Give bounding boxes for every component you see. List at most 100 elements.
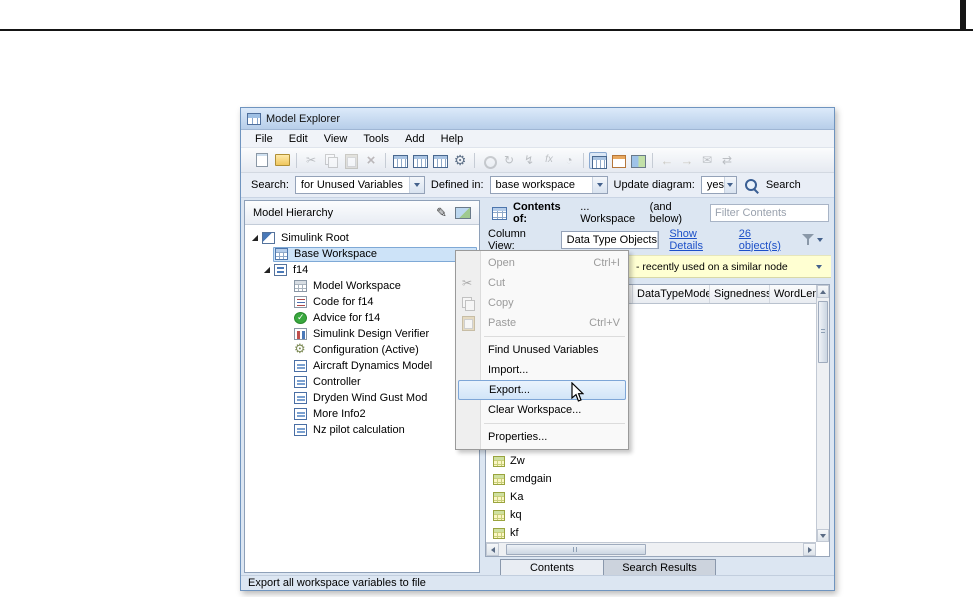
tree-item-code-for-f14[interactable]: Code for f14 — [245, 294, 479, 310]
scroll-up-button[interactable] — [817, 285, 829, 298]
table-row[interactable]: cmdgain — [486, 470, 816, 488]
tree-item-nz-pilot-calculation[interactable]: Nz pilot calculation — [245, 422, 479, 438]
send-mail-icon[interactable] — [698, 152, 716, 169]
edit-pencil-icon[interactable]: ✎ — [436, 206, 447, 219]
vertical-scroll-thumb[interactable] — [818, 301, 828, 363]
hierarchy-tree: Simulink Root Base Workspace f14 Model W… — [245, 225, 479, 438]
tree-item-label: Model Workspace — [313, 280, 401, 292]
column-header-wordlen[interactable]: WordLen — [769, 285, 823, 303]
scroll-down-button[interactable] — [817, 529, 829, 542]
tree-item-simulink-root[interactable]: Simulink Root — [245, 230, 479, 246]
context-menu-item-properties[interactable]: Properties... — [456, 427, 628, 447]
context-menu: Open Ctrl+I Cut Copy Paste Ctrl+V Find U… — [455, 250, 629, 450]
tree-item-design-verifier[interactable]: Simulink Design Verifier — [245, 326, 479, 342]
filter-options-button[interactable] — [802, 233, 823, 246]
tree-item-dryden-wind-gust[interactable]: Dryden Wind Gust Mod — [245, 390, 479, 406]
horizontal-scroll-thumb[interactable] — [506, 544, 646, 555]
tab-contents[interactable]: Contents — [500, 559, 604, 576]
cut-icon[interactable] — [302, 152, 320, 169]
context-menu-item-export[interactable]: Export... — [458, 380, 626, 400]
refresh-icon[interactable] — [500, 152, 518, 169]
tree-item-f14[interactable]: f14 — [245, 262, 479, 278]
new-model-icon[interactable] — [253, 152, 271, 169]
menu-file[interactable]: File — [247, 131, 281, 147]
table-row[interactable]: kq — [486, 506, 816, 524]
contents-of-value: ... Workspace — [580, 201, 636, 225]
column-header-signedness[interactable]: Signedness — [709, 285, 769, 303]
context-menu-item-find-unused-variables[interactable]: Find Unused Variables — [456, 340, 628, 360]
tree-item-aircraft-dynamics-model[interactable]: Aircraft Dynamics Model — [245, 358, 479, 374]
context-menu-item-open[interactable]: Open Ctrl+I — [456, 253, 628, 273]
tree-item-configuration-active[interactable]: Configuration (Active) — [245, 342, 479, 358]
tree-item-model-workspace[interactable]: Model Workspace — [245, 278, 479, 294]
delete-icon[interactable] — [362, 152, 380, 169]
show-details-link[interactable]: Show Details — [669, 228, 728, 252]
navigate-forward-icon[interactable] — [678, 152, 696, 169]
context-menu-item-clear-workspace[interactable]: Clear Workspace... — [456, 400, 628, 420]
tree-item-base-workspace[interactable]: Base Workspace — [245, 246, 479, 262]
menu-item-label: Open — [488, 257, 515, 269]
title-bar: Model Explorer — [241, 108, 834, 130]
function-icon[interactable] — [540, 152, 558, 169]
search-icon[interactable] — [743, 177, 760, 193]
tree-item-controller[interactable]: Controller — [245, 374, 479, 390]
dialog-view-icon[interactable] — [609, 152, 627, 169]
sync-icon[interactable] — [718, 152, 736, 169]
edit-table-icon[interactable] — [431, 152, 449, 169]
tab-search-results[interactable]: Search Results — [604, 559, 716, 576]
chevron-down-icon[interactable] — [591, 177, 607, 193]
tree-item-label: Base Workspace — [294, 248, 377, 260]
table-row[interactable]: Zw — [486, 452, 816, 470]
chevron-down-icon[interactable] — [723, 177, 736, 193]
vertical-scrollbar[interactable] — [816, 285, 829, 542]
link-icon[interactable] — [480, 152, 498, 169]
model-icon — [274, 264, 287, 276]
subsystem-icon — [294, 424, 307, 436]
insert-column-icon[interactable] — [411, 152, 429, 169]
paste-icon[interactable] — [342, 152, 360, 169]
context-menu-item-import[interactable]: Import... — [456, 360, 628, 380]
object-count-link[interactable]: 26 object(s) — [739, 228, 792, 252]
menu-help[interactable]: Help — [433, 131, 472, 147]
tree-item-label: Simulink Design Verifier — [313, 328, 430, 340]
expand-arrow-icon[interactable] — [261, 266, 273, 274]
navigate-back-icon[interactable] — [658, 152, 676, 169]
filter-contents-input[interactable] — [710, 204, 830, 222]
menu-add[interactable]: Add — [397, 131, 433, 147]
context-menu-item-cut[interactable]: Cut — [456, 273, 628, 293]
column-view-toggle-icon[interactable] — [589, 151, 607, 169]
expand-arrow-icon[interactable] — [249, 234, 261, 242]
scroll-left-button[interactable] — [486, 543, 499, 556]
menu-tools[interactable]: Tools — [355, 131, 397, 147]
insert-row-icon[interactable] — [391, 152, 409, 169]
context-menu-item-copy[interactable]: Copy — [456, 293, 628, 313]
history-icon[interactable] — [560, 152, 578, 169]
update-diagram-label: Update diagram: — [613, 179, 695, 191]
defined-in-label: Defined in: — [430, 179, 484, 191]
scroll-right-button[interactable] — [803, 543, 816, 556]
horizontal-scrollbar[interactable] — [486, 542, 816, 556]
snapshot-icon[interactable] — [455, 206, 471, 219]
chevron-down-icon[interactable] — [408, 177, 424, 193]
chevron-down-icon[interactable] — [656, 231, 659, 248]
suggestion-dropdown-icon[interactable] — [816, 264, 822, 269]
search-button[interactable]: Search — [766, 179, 801, 191]
column-header-datatypemode[interactable]: DataTypeMode — [632, 285, 709, 303]
update-diagram-dropdown[interactable]: yes — [700, 176, 737, 194]
menu-separator — [484, 336, 625, 337]
evaluate-icon[interactable] — [520, 152, 538, 169]
column-view-dropdown[interactable]: Data Type Objects — [560, 230, 660, 249]
tree-item-more-info2[interactable]: More Info2 — [245, 406, 479, 422]
open-folder-icon[interactable] — [273, 152, 291, 169]
layout-view-icon[interactable] — [629, 152, 647, 169]
copy-icon[interactable] — [322, 152, 340, 169]
context-menu-item-paste[interactable]: Paste Ctrl+V — [456, 313, 628, 333]
menu-edit[interactable]: Edit — [281, 131, 316, 147]
table-row[interactable]: kf — [486, 524, 816, 542]
table-row[interactable]: Ka — [486, 488, 816, 506]
settings-gear-icon[interactable] — [451, 152, 469, 169]
menu-view[interactable]: View — [316, 131, 356, 147]
tree-item-advice-for-f14[interactable]: Advice for f14 — [245, 310, 479, 326]
search-type-dropdown[interactable]: for Unused Variables — [294, 176, 425, 194]
defined-in-dropdown[interactable]: base workspace — [489, 176, 608, 194]
